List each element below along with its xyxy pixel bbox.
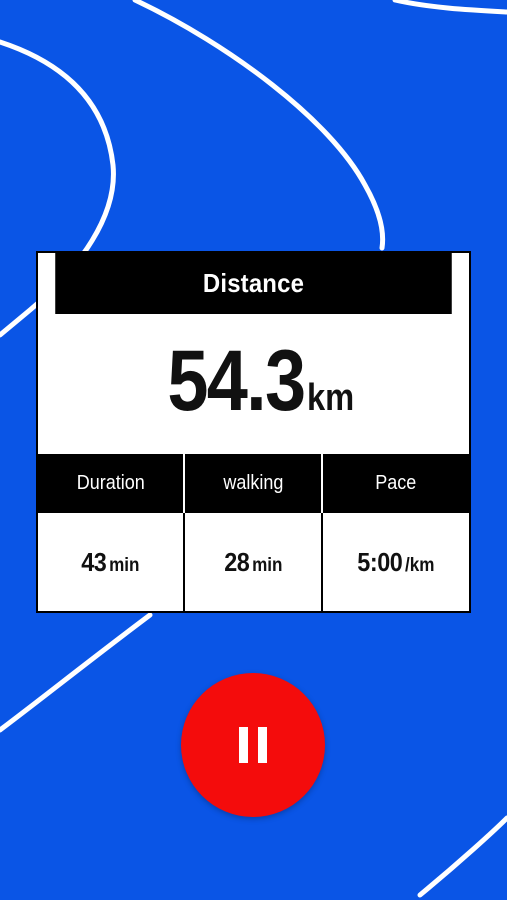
track-line [392, 0, 507, 15]
stat-label-duration: Duration [38, 454, 185, 513]
stat-label-pace: Pace [375, 472, 417, 494]
duration-value: 43 [81, 546, 107, 577]
distance-value: 54.3 [167, 333, 307, 429]
workout-stats-card: Distance 54.3 km Duration walking Pace 4… [36, 251, 471, 613]
duration-unit: min [109, 554, 140, 576]
stat-label-walking: walking [185, 454, 323, 513]
stat-value-pace: 5:00 /km [323, 513, 469, 611]
stats-values-row: 43 min 28 min 5:00 /km [38, 513, 469, 611]
pause-icon [237, 727, 269, 763]
track-line [0, 612, 153, 733]
pace-unit: /km [405, 554, 435, 576]
stat-value-duration: 43 min [38, 513, 185, 611]
walking-value: 28 [223, 546, 250, 577]
distance-label: Distance [202, 268, 305, 298]
distance-unit: km [306, 377, 354, 419]
walking-unit: min [251, 554, 283, 576]
distance-readout: 54.3 km [38, 314, 469, 454]
pace-value: 5:00 [357, 546, 403, 577]
track-line [132, 0, 386, 251]
pause-button[interactable] [181, 673, 325, 817]
stat-value-walking: 28 min [185, 513, 323, 611]
distance-header: Distance [55, 253, 452, 314]
track-line [417, 815, 507, 898]
stats-header-row: Duration walking Pace [38, 454, 469, 513]
